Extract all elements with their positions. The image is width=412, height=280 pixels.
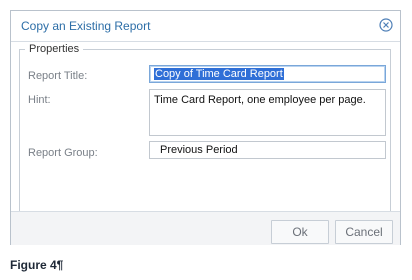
hint-text: Time Card Report, one employee per page. (154, 94, 366, 106)
hint-textarea[interactable]: Time Card Report, one employee per page. (149, 89, 386, 136)
properties-legend: Properties (25, 43, 84, 55)
dialog-footer: Ok Cancel (11, 211, 400, 245)
dialog-titlebar: Copy an Existing Report (11, 11, 400, 42)
cancel-button[interactable]: Cancel (335, 220, 393, 244)
report-group-value: Previous Period (160, 144, 238, 156)
report-group-label: Report Group: (28, 147, 98, 159)
copy-report-dialog: Copy an Existing Report Properties Repor… (10, 10, 401, 245)
title-divider (11, 41, 400, 42)
properties-fieldset: Properties Report Title: Copy of Time Ca… (19, 43, 391, 213)
figure-caption: Figure 4¶ (10, 258, 64, 272)
report-title-selected-text: Copy of Time Card Report (154, 68, 284, 80)
dialog-title: Copy an Existing Report (21, 19, 151, 33)
report-title-label: Report Title: (28, 70, 88, 82)
report-group-field[interactable]: Previous Period (149, 141, 386, 159)
report-title-input[interactable]: Copy of Time Card Report (149, 65, 386, 83)
hint-label: Hint: (28, 94, 51, 106)
ok-button[interactable]: Ok (271, 220, 329, 244)
close-icon[interactable] (379, 18, 393, 32)
